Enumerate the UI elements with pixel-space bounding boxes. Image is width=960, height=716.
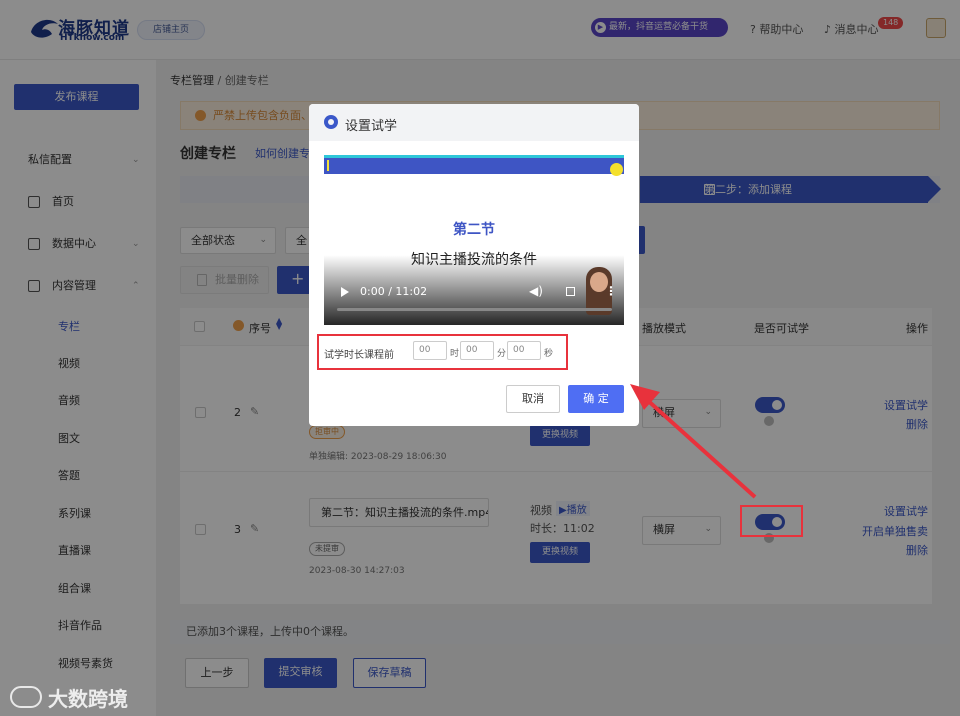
highlight-trial-toggle (740, 505, 803, 537)
video-controls: 0:00 / 11:02 ◀) ⋮ (324, 281, 624, 305)
video-progress-bar[interactable] (337, 308, 612, 311)
watermark-text: 大数跨境 (48, 687, 128, 711)
modal-header: 设置试学 (309, 104, 639, 141)
video-top-bar (324, 155, 624, 176)
more-icon[interactable]: ⋮ (605, 284, 617, 298)
video-title: 第二节 (453, 222, 495, 238)
highlight-trial-duration (317, 334, 568, 370)
confirm-button[interactable]: 确 定 (568, 385, 624, 413)
video-time: 0:00 / 11:02 (360, 285, 428, 298)
modal-title: 设置试学 (345, 119, 398, 134)
video-player[interactable]: 第二节 知识主播投流的条件 0:00 / 11:02 ◀) ⋮ (324, 155, 624, 325)
watermark-icon (10, 686, 42, 708)
gear-icon (324, 115, 338, 129)
fullscreen-icon[interactable] (566, 287, 575, 296)
set-trial-modal: 设置试学 第二节 知识主播投流的条件 0:00 / 11:02 ◀) ⋮ 试学时… (309, 104, 639, 426)
play-icon[interactable] (341, 287, 349, 297)
volume-icon[interactable]: ◀) (529, 284, 543, 298)
cancel-button[interactable]: 取消 (506, 385, 560, 413)
